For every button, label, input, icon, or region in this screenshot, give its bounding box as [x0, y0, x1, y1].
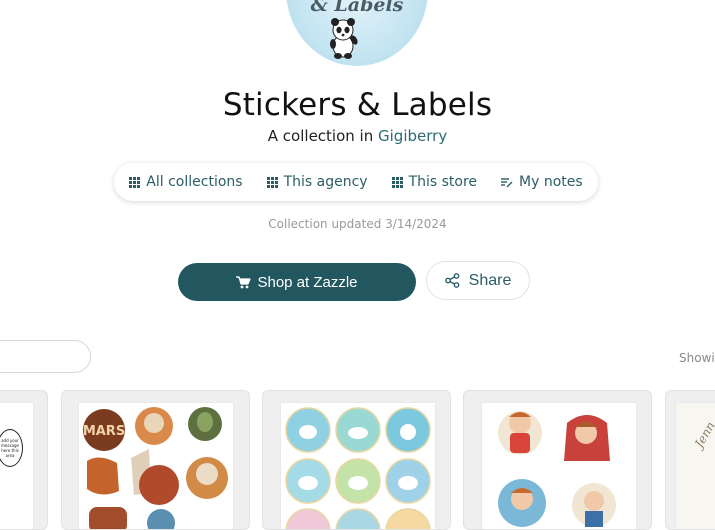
product-image [281, 403, 435, 529]
nav-label: All collections [146, 174, 243, 190]
product-card[interactable] [463, 390, 652, 530]
nav-this-agency[interactable]: This agency [255, 174, 380, 190]
product-card[interactable] [262, 390, 451, 530]
product-image: Jenn [676, 403, 715, 529]
share-button[interactable]: Share [426, 261, 530, 300]
subtitle-prefix: A collection in [267, 127, 374, 145]
product-image: MARS [79, 403, 233, 529]
page-title: Stickers & Labels [222, 87, 493, 123]
notes-icon [501, 177, 513, 187]
share-icon [444, 273, 460, 288]
grid-icon [266, 176, 278, 188]
collection-updated-date: Collection updated 3/14/2024 [268, 217, 447, 231]
grid-icon [129, 176, 141, 188]
nav-label: My notes [519, 174, 583, 190]
cart-icon [236, 275, 252, 288]
nav-label: This store [408, 174, 478, 190]
nav-all-collections[interactable]: All collections [117, 174, 254, 190]
search-input[interactable] [0, 340, 91, 373]
nav-label: This agency [283, 174, 368, 190]
grid-icon [391, 176, 403, 188]
results-count: Showi [679, 351, 715, 365]
collection-avatar: & Labels [286, 0, 428, 66]
collection-subtitle: A collection in Gigiberry [0, 127, 715, 145]
collection-nav: All collections This agency This store M… [114, 163, 598, 201]
product-card[interactable]: add your message here this area [0, 390, 48, 530]
product-image [482, 403, 636, 529]
store-link[interactable]: Gigiberry [378, 127, 447, 145]
product-card[interactable]: Jenn [665, 390, 715, 530]
product-card[interactable]: MARS [61, 390, 250, 530]
shop-button-label: Shop at Zazzle [257, 273, 358, 291]
nav-this-store[interactable]: This store [380, 174, 489, 190]
name-label-text: Jenn [692, 419, 715, 450]
avatar-logo-text: & Labels [310, 0, 404, 16]
product-image: add your message here this area [0, 403, 33, 529]
shop-at-zazzle-button[interactable]: Shop at Zazzle [178, 263, 416, 301]
speech-bubble-sticker: add your message here this area [0, 429, 23, 467]
mars-sticker-label: MARS [83, 424, 125, 439]
nav-my-notes[interactable]: My notes [489, 174, 595, 190]
panda-icon [330, 18, 358, 59]
share-button-label: Share [468, 271, 512, 289]
